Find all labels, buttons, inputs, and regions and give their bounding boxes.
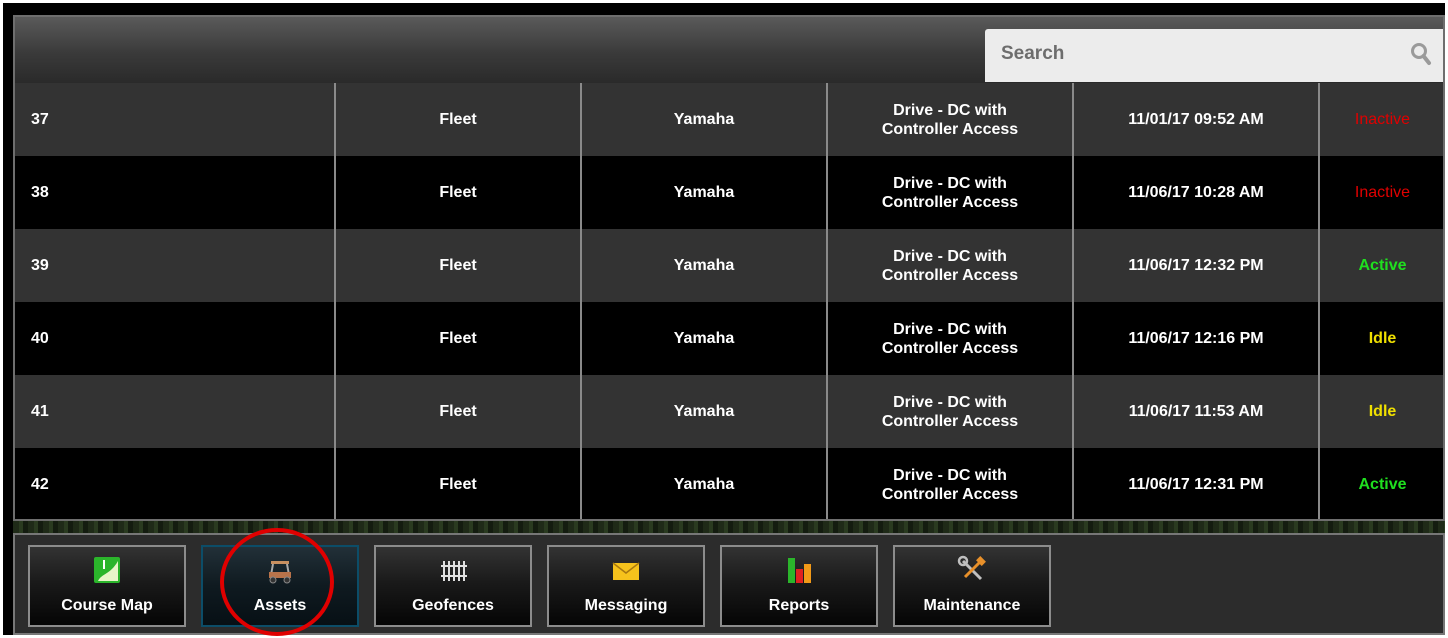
table-row[interactable]: 38 Fleet Yamaha Drive - DC with Controlle…	[15, 156, 1443, 229]
list-header-bar: Search	[15, 17, 1443, 83]
asset-id: 38	[15, 156, 336, 229]
asset-group: Fleet	[335, 448, 582, 519]
asset-mode: Drive - DC with Controller Access	[827, 83, 1074, 156]
asset-status: Idle	[1319, 302, 1443, 375]
table-row[interactable]: 39 Fleet Yamaha Drive - DC with Controlle…	[15, 229, 1443, 302]
asset-make: Yamaha	[581, 229, 828, 302]
assets-list-panel: Search 37 Fleet Yamaha Drive - DC with Co…	[13, 15, 1445, 521]
table-row[interactable]: 40 Fleet Yamaha Drive - DC with Controlle…	[15, 302, 1443, 375]
search-box[interactable]: Search	[985, 29, 1443, 82]
asset-mode-line1: Drive - DC with	[893, 247, 1007, 265]
asset-mode-line1: Drive - DC with	[893, 101, 1007, 119]
asset-mode-line2: Controller Access	[881, 485, 1019, 503]
asset-last-update: 11/06/17 10:28 AM	[1073, 156, 1320, 229]
asset-last-update: 11/06/17 12:31 PM	[1073, 448, 1320, 519]
asset-mode: Drive - DC with Controller Access	[827, 448, 1074, 519]
bar-chart-icon	[788, 558, 811, 583]
asset-last-update: 11/01/17 09:52 AM	[1073, 83, 1320, 156]
search-icon[interactable]	[1409, 42, 1433, 66]
asset-mode-line2: Controller Access	[881, 120, 1019, 138]
maintenance-label: Maintenance	[923, 597, 1021, 614]
tools-icon	[957, 555, 986, 581]
asset-group: Fleet	[335, 302, 582, 375]
course-map-label: Course Map	[61, 597, 153, 614]
asset-id: 41	[15, 375, 336, 448]
fence-icon	[441, 561, 467, 581]
reports-label: Reports	[768, 597, 830, 614]
asset-group: Fleet	[335, 83, 582, 156]
messaging-label: Messaging	[584, 597, 668, 614]
asset-make: Yamaha	[581, 448, 828, 519]
asset-id: 39	[15, 229, 336, 302]
asset-id: 42	[15, 448, 336, 519]
asset-mode: Drive - DC with Controller Access	[827, 156, 1074, 229]
asset-last-update: 11/06/17 12:16 PM	[1073, 302, 1320, 375]
asset-mode-line1: Drive - DC with	[893, 174, 1007, 192]
asset-make: Yamaha	[581, 302, 828, 375]
asset-status: Inactive	[1319, 83, 1443, 156]
asset-status: Active	[1319, 448, 1443, 519]
search-input[interactable]: Search	[1001, 43, 1064, 65]
asset-mode-line2: Controller Access	[881, 266, 1019, 284]
asset-status: Inactive	[1319, 156, 1443, 229]
table-row[interactable]: 37 Fleet Yamaha Drive - DC with Controlle…	[15, 83, 1443, 156]
asset-last-update: 11/06/17 12:32 PM	[1073, 229, 1320, 302]
asset-mode: Drive - DC with Controller Access	[827, 302, 1074, 375]
asset-id: 37	[15, 83, 336, 156]
asset-mode: Drive - DC with Controller Access	[827, 229, 1074, 302]
asset-mode-line2: Controller Access	[881, 412, 1019, 430]
asset-mode-line1: Drive - DC with	[893, 393, 1007, 411]
asset-mode-line2: Controller Access	[881, 193, 1019, 211]
asset-status: Active	[1319, 229, 1443, 302]
asset-make: Yamaha	[581, 375, 828, 448]
asset-last-update: 11/06/17 11:53 AM	[1073, 375, 1320, 448]
asset-mode: Drive - DC with Controller Access	[827, 375, 1074, 448]
table-row[interactable]: 42 Fleet Yamaha Drive - DC with Controlle…	[15, 448, 1443, 519]
geofences-button[interactable]: Geofences	[374, 545, 532, 627]
reports-button[interactable]: Reports	[720, 545, 878, 627]
course-map-icon	[94, 557, 120, 583]
asset-mode-line1: Drive - DC with	[893, 320, 1007, 338]
asset-group: Fleet	[335, 156, 582, 229]
asset-mode-line1: Drive - DC with	[893, 466, 1007, 484]
asset-status: Idle	[1319, 375, 1443, 448]
assets-table: 37 Fleet Yamaha Drive - DC with Controlle…	[15, 83, 1443, 519]
geofences-label: Geofences	[412, 597, 494, 614]
envelope-icon	[612, 562, 640, 580]
asset-make: Yamaha	[581, 156, 828, 229]
asset-mode-line2: Controller Access	[881, 339, 1019, 357]
app-window: Search 37 Fleet Yamaha Drive - DC with Co…	[3, 3, 1445, 635]
highlight-circle	[220, 528, 334, 636]
messaging-button[interactable]: Messaging	[547, 545, 705, 627]
asset-group: Fleet	[335, 375, 582, 448]
asset-make: Yamaha	[581, 83, 828, 156]
course-map-button[interactable]: Course Map	[28, 545, 186, 627]
table-row[interactable]: 41 Fleet Yamaha Drive - DC with Controlle…	[15, 375, 1443, 448]
asset-group: Fleet	[335, 229, 582, 302]
maintenance-button[interactable]: Maintenance	[893, 545, 1051, 627]
asset-id: 40	[15, 302, 336, 375]
